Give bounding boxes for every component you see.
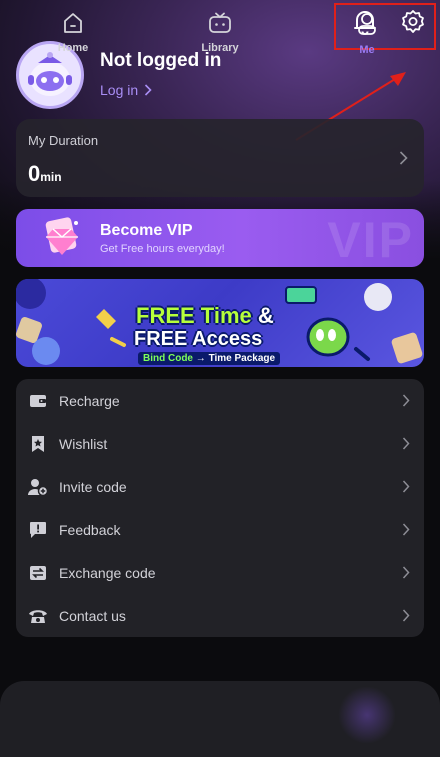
banner-sub-left: Bind Code xyxy=(143,353,193,364)
duration-unit: min xyxy=(40,170,62,184)
banner-decoration-left-icon xyxy=(16,279,126,365)
menu-item-label: Invite code xyxy=(59,478,127,495)
feedback-icon xyxy=(30,522,46,538)
chevron-right-icon xyxy=(145,84,152,96)
add-user-icon xyxy=(28,479,48,496)
tab-home-label: Home xyxy=(57,42,89,54)
become-vip-card[interactable]: VIP Become VIP Get Free hours everyday! xyxy=(16,209,424,267)
banner-title-main: FREE Time xyxy=(136,303,252,328)
tab-me-label: Me xyxy=(359,44,375,56)
chevron-right-icon xyxy=(399,151,408,165)
chevron-right-icon xyxy=(402,480,410,493)
menu-item-label: Exchange code xyxy=(59,564,156,581)
menu-list: Recharge Wishlist Invite code Feedback E… xyxy=(16,379,424,637)
menu-item-label: Feedback xyxy=(59,521,121,538)
menu-item-wishlist[interactable]: Wishlist xyxy=(16,422,424,465)
duration-card[interactable]: My Duration 0min xyxy=(16,119,424,197)
banner-title-line1: FREE Time & xyxy=(136,303,274,329)
home-icon xyxy=(64,13,82,33)
gem-crown-icon xyxy=(45,217,78,255)
tab-library[interactable]: Library xyxy=(175,12,265,72)
phone-icon xyxy=(29,610,47,623)
duration-number: 0 xyxy=(28,161,41,186)
chevron-right-icon xyxy=(402,437,410,450)
wallet-icon xyxy=(30,395,46,407)
user-icon xyxy=(358,13,376,35)
vip-title: Become VIP xyxy=(100,222,193,239)
login-link[interactable]: Log in xyxy=(100,82,152,98)
banner-decoration-right-icon xyxy=(285,283,423,364)
menu-item-invite-code[interactable]: Invite code xyxy=(16,465,424,508)
chevron-right-icon xyxy=(402,394,410,407)
menu-item-contact-us[interactable]: Contact us xyxy=(16,594,424,637)
banner-sub-arrow: → xyxy=(193,353,209,364)
bookmark-star-icon xyxy=(32,436,44,452)
menu-item-label: Wishlist xyxy=(59,435,108,452)
tab-me[interactable]: Me xyxy=(322,12,412,72)
banner-subtitle: Bind Code → Time Package xyxy=(138,352,281,365)
chevron-right-icon xyxy=(402,566,410,579)
duration-title: My Duration xyxy=(28,133,99,148)
exchange-icon xyxy=(30,566,46,580)
duration-value: 0min xyxy=(28,161,62,187)
banner-title-ampersand: & xyxy=(251,303,274,328)
login-link-label: Log in xyxy=(100,82,139,98)
banner-title-line2: FREE Access xyxy=(134,328,263,350)
tab-home[interactable]: Home xyxy=(28,12,118,72)
active-tab-glow xyxy=(338,686,396,744)
menu-item-label: Recharge xyxy=(59,392,120,409)
menu-item-feedback[interactable]: Feedback xyxy=(16,508,424,551)
tab-library-label: Library xyxy=(201,42,239,54)
gamepad-tv-icon xyxy=(209,12,231,33)
menu-item-recharge[interactable]: Recharge xyxy=(16,379,424,422)
menu-item-label: Contact us xyxy=(59,607,126,624)
vip-subtitle: Get Free hours everyday! xyxy=(100,243,225,255)
menu-item-exchange-code[interactable]: Exchange code xyxy=(16,551,424,594)
chevron-right-icon xyxy=(402,523,410,536)
vip-watermark: VIP xyxy=(327,212,414,267)
banner-sub-right: Time Package xyxy=(208,353,276,364)
chevron-right-icon xyxy=(402,609,410,622)
promo-banner[interactable]: FREE Time & FREE Access Bind Code → Time… xyxy=(16,279,424,367)
